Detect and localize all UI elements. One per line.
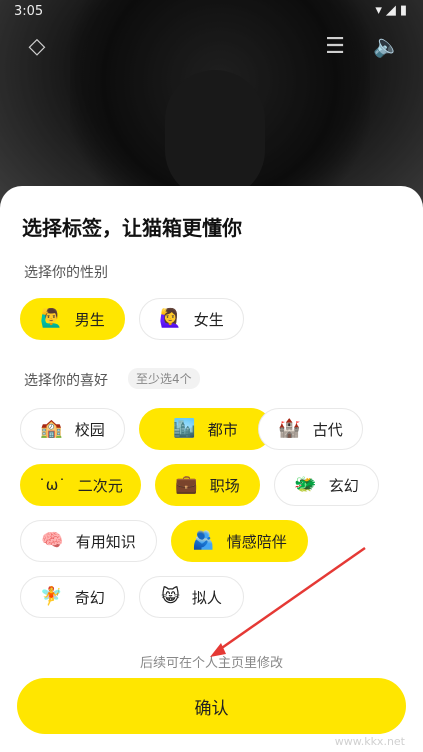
arrow-head [210, 643, 226, 657]
annotation-arrow [210, 546, 366, 657]
arrow-shaft [215, 546, 366, 654]
